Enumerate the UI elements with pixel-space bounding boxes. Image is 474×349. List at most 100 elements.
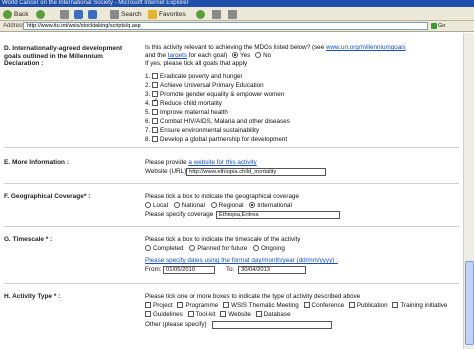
go-button[interactable]: Go xyxy=(431,23,445,29)
activity-checkbox[interactable] xyxy=(187,311,194,317)
favorites-label: Favorites xyxy=(159,10,186,18)
coverage-regional-radio[interactable] xyxy=(210,202,217,208)
coverage-specify-label: Please specify coverage xyxy=(145,211,214,218)
vertical-scrollbar[interactable] xyxy=(463,33,474,349)
home-button[interactable] xyxy=(88,9,97,19)
coverage-national-radio[interactable] xyxy=(173,202,180,208)
activity-checkbox[interactable] xyxy=(348,302,355,308)
timescale-planned-radio[interactable] xyxy=(189,245,196,251)
mdg-question: Is this activity relevant to achieving t… xyxy=(145,44,406,52)
targets-link[interactable]: targets xyxy=(168,52,187,59)
timescale-option-label: Planned for future xyxy=(197,245,248,252)
goal-label: Combat HIV/AIDS, Malaria and other disea… xyxy=(160,118,290,125)
goal-item[interactable]: 4. Reduce child mortality xyxy=(145,98,222,108)
goal-item[interactable]: 2. Achieve Universal Primary Education xyxy=(145,82,264,90)
coverage-local-radio[interactable] xyxy=(145,202,151,208)
timescale-completed-radio[interactable] xyxy=(145,245,151,251)
address-label: Address xyxy=(3,23,26,29)
activity-label: Website xyxy=(228,311,251,318)
goal-checkbox[interactable] xyxy=(152,98,158,106)
coverage-specify-input[interactable]: Ethiopia,Eritrea xyxy=(216,211,340,219)
goal-item[interactable]: 7. Ensure environmental sustainability xyxy=(145,127,259,135)
search-button[interactable]: Search xyxy=(110,9,142,19)
goal-checkbox[interactable] xyxy=(152,118,159,124)
page-content: D. Internationally-agreed development go… xyxy=(0,33,463,349)
back-button[interactable]: Back xyxy=(3,9,28,19)
mdg-yes-radio[interactable] xyxy=(232,52,239,58)
goal-item[interactable]: 6. Combat HIV/AIDS, Malaria and other di… xyxy=(145,118,290,126)
coverage-international-radio[interactable] xyxy=(249,202,256,208)
mdg-question-prefix: Is this activity relevant to achieving t… xyxy=(145,44,325,51)
activity-checkbox[interactable] xyxy=(220,311,227,317)
goal-checkbox[interactable] xyxy=(152,82,159,88)
goal-checkbox[interactable] xyxy=(152,73,159,79)
divider xyxy=(4,183,459,184)
goal-item[interactable]: 8. Develop a global partnership for deve… xyxy=(145,136,287,144)
mdg-yes-label: Yes xyxy=(240,52,251,59)
goal-num: 7. xyxy=(145,127,151,134)
window-title: World Cancer on the International Societ… xyxy=(2,0,189,6)
divider xyxy=(4,147,459,148)
home-icon xyxy=(88,9,97,19)
goal-label: Promote gender equality & empower women xyxy=(160,91,285,98)
activity-checkbox[interactable] xyxy=(303,302,310,308)
goal-checkbox[interactable] xyxy=(152,109,159,115)
website-prompt-link[interactable]: a website for this activity xyxy=(188,159,256,166)
refresh-button[interactable] xyxy=(74,9,83,19)
goal-num: 5. xyxy=(145,109,151,116)
activity-checkbox[interactable] xyxy=(145,311,151,317)
favorites-button[interactable]: Favorites xyxy=(148,9,186,19)
website-input[interactable]: http://www.ethiopia.child_mortality xyxy=(186,168,326,176)
dates-prompt: Please specify dates using the format da… xyxy=(145,257,338,264)
timescale-ongoing-radio[interactable] xyxy=(253,245,260,251)
section-g-label: G. Timescale * : xyxy=(4,236,53,243)
print-button[interactable] xyxy=(228,9,237,19)
goal-item[interactable]: 3. Promote gender equality & empower wom… xyxy=(145,91,284,99)
goal-label: Eradicate poverty and hunger xyxy=(160,73,243,80)
from-date-input[interactable]: 01/05/2010 xyxy=(163,266,215,274)
print-icon xyxy=(228,9,237,19)
forward-button[interactable] xyxy=(36,9,45,19)
history-button[interactable] xyxy=(196,9,205,19)
activity-label: Project xyxy=(153,302,173,309)
goal-num: 6. xyxy=(145,118,151,125)
goal-item[interactable]: 5. Improve maternal health xyxy=(145,109,228,117)
search-icon xyxy=(110,9,119,19)
mdg-no-radio[interactable] xyxy=(255,52,262,58)
activity-label: Guidelines xyxy=(153,311,183,318)
timescale-prompt: Please tick a box to indicate the timesc… xyxy=(145,236,301,243)
to-date-input[interactable]: 30/04/2013 xyxy=(238,266,306,274)
activity-checkbox[interactable] xyxy=(145,302,151,308)
activity-row-2: Guidelines Tool-kit Website Database xyxy=(145,311,291,319)
activity-other-input[interactable] xyxy=(212,321,332,329)
activity-checkbox[interactable] xyxy=(177,302,184,308)
activity-checkbox[interactable] xyxy=(223,302,230,308)
activity-label: Training initiative xyxy=(400,302,448,309)
goal-checkbox[interactable] xyxy=(152,127,159,133)
website-label: Website (URL) xyxy=(145,168,187,175)
back-label: Back xyxy=(14,10,29,18)
coverage-option-label: Regional xyxy=(218,202,244,209)
website-prompt-prefix: Please provide xyxy=(145,159,187,166)
address-input[interactable]: http://www.itu.int/wsis/stocktaking/scri… xyxy=(23,22,428,30)
mail-button[interactable] xyxy=(212,9,221,19)
activity-checkbox[interactable] xyxy=(392,302,399,308)
divider xyxy=(4,226,459,227)
star-icon xyxy=(148,9,157,19)
stop-button[interactable] xyxy=(60,9,69,19)
goal-label: Improve maternal health xyxy=(160,109,228,116)
back-arrow-icon xyxy=(3,9,12,19)
mdg-link[interactable]: www.un.org/millenniumgoals xyxy=(326,44,406,51)
goal-num: 1. xyxy=(145,73,151,80)
scrollbar-thumb[interactable] xyxy=(465,261,474,345)
goal-item[interactable]: 1. Eradicate poverty and hunger xyxy=(145,73,243,81)
section-e-label: E. More Information : xyxy=(4,159,69,166)
divider xyxy=(4,283,459,284)
goal-checkbox[interactable] xyxy=(152,136,159,142)
activity-other-label: Other (please specify) xyxy=(145,321,207,328)
goal-checkbox[interactable] xyxy=(152,91,159,97)
activity-checkbox[interactable] xyxy=(255,311,262,317)
history-icon xyxy=(196,9,205,19)
refresh-icon xyxy=(74,9,83,19)
timescale-option-label: Completed xyxy=(153,245,184,252)
